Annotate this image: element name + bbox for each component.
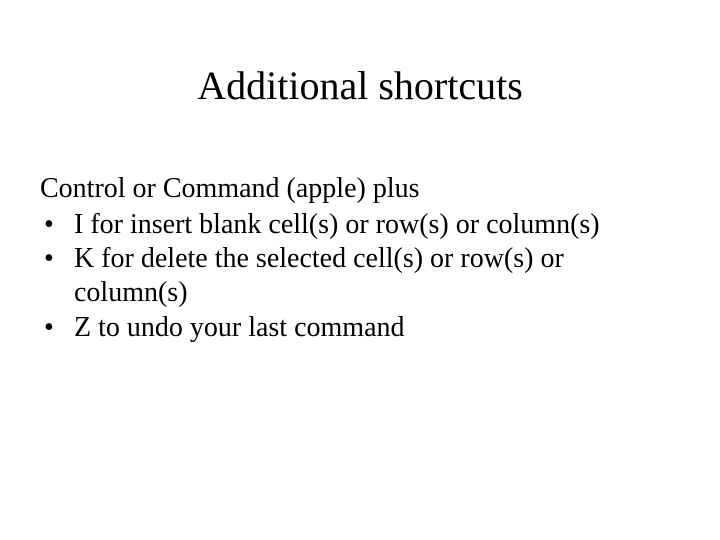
slide-body: Control or Command (apple) plus • I for … (40, 172, 660, 345)
bullet-list: • I for insert blank cell(s) or row(s) o… (40, 208, 660, 345)
list-item-text: I for insert blank cell(s) or row(s) or … (74, 209, 600, 240)
list-item: • Z to undo your last command (40, 311, 660, 345)
slide: Additional shortcuts Control or Command … (0, 0, 720, 540)
list-item: • K for delete the selected cell(s) or r… (40, 242, 660, 310)
list-item-text: K for delete the selected cell(s) or row… (74, 243, 564, 308)
list-item-text: Z to undo your last command (74, 312, 405, 343)
list-item: • I for insert blank cell(s) or row(s) o… (40, 208, 660, 242)
bullet-icon: • (44, 311, 54, 345)
bullet-icon: • (44, 242, 54, 276)
slide-title: Additional shortcuts (0, 62, 720, 109)
bullet-icon: • (44, 208, 54, 242)
intro-text: Control or Command (apple) plus (40, 172, 660, 206)
